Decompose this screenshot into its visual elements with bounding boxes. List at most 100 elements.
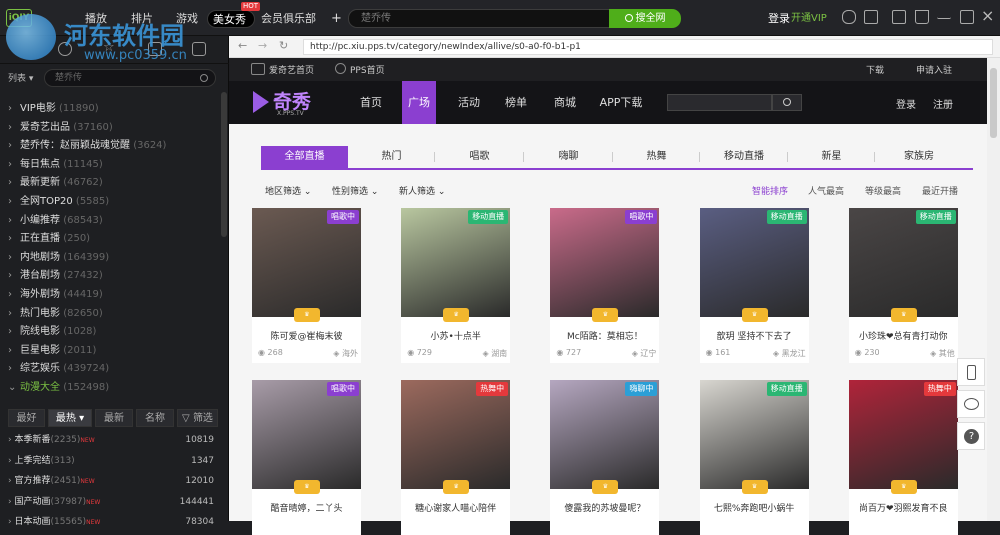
list-search-icon[interactable] xyxy=(200,74,208,82)
streamer-thumbnail[interactable] xyxy=(550,208,660,317)
category-tab[interactable]: 家族房 xyxy=(875,146,963,168)
tab-member-club[interactable]: 会员俱乐部 xyxy=(256,10,321,28)
streamer-card[interactable]: 热舞中 ♛ 糖心谢家人喵心陪伴 xyxy=(401,380,511,535)
shirt-icon[interactable] xyxy=(915,10,929,24)
category-item[interactable]: › 巨星电影 (2011) xyxy=(0,341,220,360)
streamer-thumbnail[interactable] xyxy=(848,208,958,317)
sub-category-item[interactable]: › 官方推荐(2451)NEW 12010 xyxy=(0,472,220,491)
category-item[interactable]: › 正在直播 (250) xyxy=(0,229,220,248)
category-tab[interactable]: 唱歌 xyxy=(435,146,524,168)
category-item[interactable]: › 综艺娱乐 (439724) xyxy=(0,359,220,378)
sort-recent[interactable]: 最近开播 xyxy=(922,184,958,197)
category-tab[interactable]: 移动直播 xyxy=(700,146,788,168)
message-icon[interactable] xyxy=(864,10,878,24)
list-dropdown[interactable]: 列表 ▾ xyxy=(8,71,33,84)
category-item[interactable]: ⌄ 动漫大全 (152498) xyxy=(0,378,220,397)
nav-square[interactable]: 广场 xyxy=(402,81,436,124)
vip-link[interactable]: 开通VIP xyxy=(786,10,832,28)
streamer-thumbnail[interactable] xyxy=(252,380,361,489)
category-item[interactable]: › 全网TOP20 (5585) xyxy=(0,192,220,211)
streamer-thumbnail[interactable] xyxy=(401,380,511,489)
tab-hottest[interactable]: 最热 ▾ xyxy=(48,409,92,427)
maximize-icon[interactable] xyxy=(960,10,974,24)
add-tab-button[interactable]: + xyxy=(326,10,347,28)
tab-beauty-show[interactable]: 美女秀 HOT xyxy=(207,2,260,28)
skin-icon[interactable] xyxy=(892,10,906,24)
download-link[interactable]: 下载 xyxy=(866,63,884,76)
category-tab[interactable]: 热门 xyxy=(348,146,435,168)
sort-level[interactable]: 等级最高 xyxy=(865,184,901,197)
streamer-card[interactable]: 嗨聊中 ♛ 傻露我的苏坡曼呢？ xyxy=(550,380,660,535)
list-search-input[interactable]: 楚乔传 xyxy=(44,69,216,87)
streamer-card[interactable]: 移动直播 ♛ 小珍珠❤总有青打动你 ◉ 230 ◈ 其他 xyxy=(848,208,958,363)
wechat-icon[interactable] xyxy=(957,390,985,418)
left-scrollbar[interactable] xyxy=(221,92,227,237)
streamer-thumbnail[interactable] xyxy=(699,208,809,317)
category-item[interactable]: › 内地剧场 (164399) xyxy=(0,248,220,267)
help-icon[interactable]: ? xyxy=(957,422,985,450)
cloud-icon[interactable] xyxy=(842,10,856,24)
back-icon[interactable]: ← xyxy=(238,39,247,52)
streamer-thumbnail[interactable] xyxy=(699,380,809,489)
close-icon[interactable]: × xyxy=(981,6,994,25)
category-tab[interactable]: 全部直播 xyxy=(261,146,348,168)
url-field[interactable]: http://pc.xiu.pps.tv/category/newIndex/a… xyxy=(303,39,993,55)
top-search-button[interactable]: 搜全网 xyxy=(609,9,681,28)
filter-newcomer[interactable]: 新人筛选 ⌄ xyxy=(399,184,445,197)
category-tab[interactable]: 嗨聊 xyxy=(524,146,613,168)
tab-name[interactable]: 名称 xyxy=(136,409,174,427)
category-item[interactable]: › VIP电影 (11890) xyxy=(0,99,220,118)
sort-popularity[interactable]: 人气最高 xyxy=(808,184,844,197)
category-item[interactable]: › 院线电影 (1028) xyxy=(0,322,220,341)
sub-category-item[interactable]: › 本季新番(2235)NEW 10819 xyxy=(0,431,220,450)
streamer-card[interactable]: 移动直播 ♛ 歆玥 坚持不下去了 ◉ 161 ◈ 黑龙江 xyxy=(699,208,809,363)
sub-category-item[interactable]: › 日本动画(15565)NEW 78304 xyxy=(0,513,220,532)
apply-link[interactable]: 申请入驻 xyxy=(916,63,952,76)
page-scrollbar-thumb[interactable] xyxy=(990,68,997,138)
streamer-thumbnail[interactable] xyxy=(252,208,361,317)
streamer-thumbnail[interactable] xyxy=(848,380,958,489)
nav-activity[interactable]: 活动 xyxy=(447,81,491,124)
top-search-input[interactable]: 楚乔传 xyxy=(348,9,610,28)
forward-icon[interactable]: → xyxy=(258,39,267,52)
site-login[interactable]: 登录 xyxy=(896,96,916,111)
streamer-card[interactable]: 唱歌中 ♛ Mc陌路：莫相忘！ ◉ 727 ◈ 辽宁 xyxy=(550,208,660,363)
category-item[interactable]: › 海外剧场 (44419) xyxy=(0,285,220,304)
sub-category-item[interactable]: › 上季完结(313) 1347 xyxy=(0,452,220,471)
site-register[interactable]: 注册 xyxy=(933,96,953,111)
nav-ranking[interactable]: 榜单 xyxy=(496,81,536,124)
nav-app-download[interactable]: APP下载 xyxy=(593,81,649,124)
page-scrollbar[interactable] xyxy=(987,58,1000,521)
playlist-icon[interactable] xyxy=(192,42,206,56)
bookmark-pps[interactable]: PPS首页 xyxy=(350,63,385,76)
category-item[interactable]: › 热门电影 (82650) xyxy=(0,304,220,323)
sub-category-item[interactable]: › 国产动画(37987)NEW 144441 xyxy=(0,493,220,512)
bookmark-iqiyi[interactable]: 爱奇艺首页 xyxy=(269,63,314,76)
streamer-card[interactable]: 热舞中 ♛ 尚百万❤羽熙发育不良 xyxy=(848,380,958,535)
tab-best[interactable]: 最好 xyxy=(8,409,45,427)
mobile-icon[interactable] xyxy=(957,358,985,386)
streamer-card[interactable]: 移动直播 ♛ 七熙%奔跑吧小蜗牛 xyxy=(699,380,809,535)
streamer-thumbnail[interactable] xyxy=(401,208,511,317)
nav-home[interactable]: 首页 xyxy=(349,81,393,124)
filter-region[interactable]: 地区筛选 ⌄ xyxy=(265,184,311,197)
refresh-icon[interactable]: ↻ xyxy=(279,39,288,52)
category-tab[interactable]: 热舞 xyxy=(613,146,700,168)
streamer-card[interactable]: 唱歌中 ♛ 酷音晴婷，二丫头 xyxy=(252,380,361,535)
nav-shop[interactable]: 商城 xyxy=(545,81,585,124)
minimize-icon[interactable] xyxy=(937,10,951,19)
streamer-card[interactable]: 唱歌中 ♛ 陈可爱@崔梅末彼 ◉ 268 ◈ 海外 xyxy=(252,208,361,363)
streamer-card[interactable]: 移动直播 ♛ 小苏•十点半 ◉ 729 ◈ 湖南 xyxy=(401,208,511,363)
filter-gender[interactable]: 性别筛选 ⌄ xyxy=(332,184,378,197)
filter-button[interactable]: ▽ 筛选 xyxy=(177,409,218,427)
category-item[interactable]: › 爱奇艺出品 (37160) xyxy=(0,118,220,137)
streamer-thumbnail[interactable] xyxy=(550,380,660,489)
sort-smart[interactable]: 智能排序 xyxy=(752,184,788,197)
category-item[interactable]: › 最新更新 (46762) xyxy=(0,173,220,192)
category-item[interactable]: › 港台剧场 (27432) xyxy=(0,266,220,285)
category-item[interactable]: › 小编推荐 (68543) xyxy=(0,211,220,230)
category-item[interactable]: › 楚乔传：赵丽颖战魂觉醒 (3624) xyxy=(0,136,220,155)
site-search-button[interactable] xyxy=(772,94,802,111)
category-item[interactable]: › 每日焦点 (11145) xyxy=(0,155,220,174)
site-search-input[interactable] xyxy=(667,94,772,111)
